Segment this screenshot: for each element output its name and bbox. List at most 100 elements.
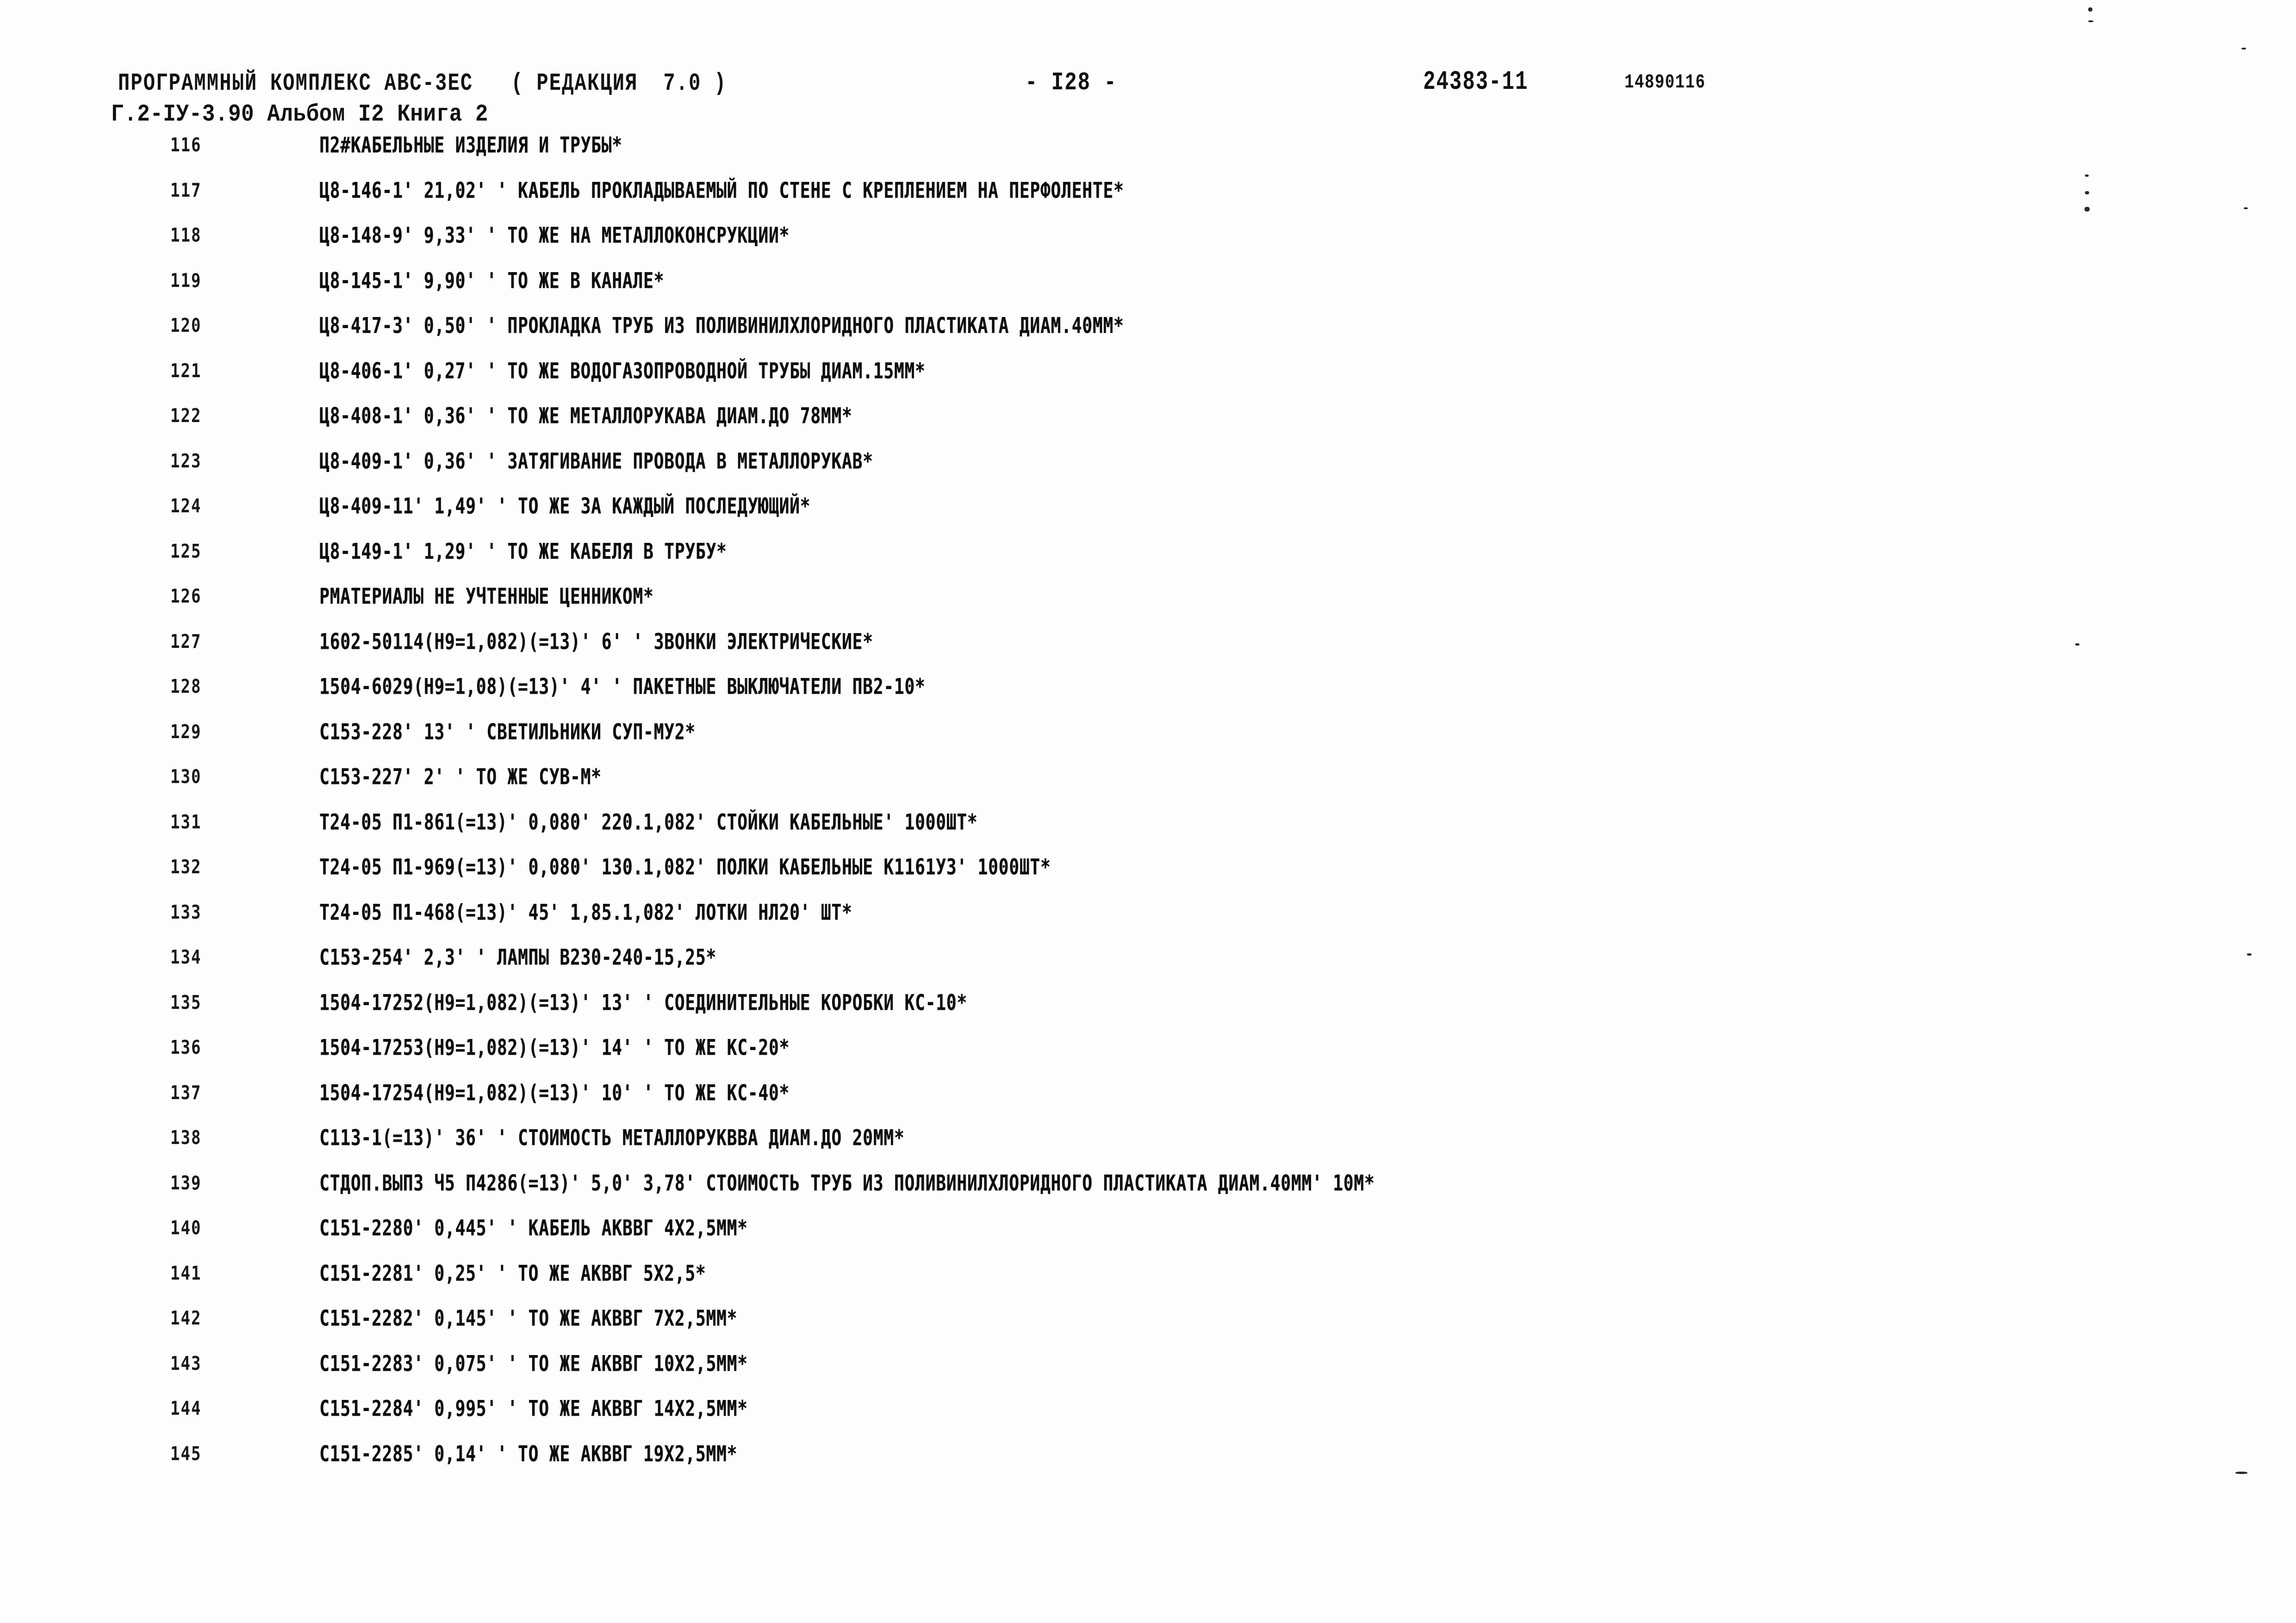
- row-text: Ц8-406-1' 0,27' ' ТО ЖЕ ВОДОГАЗОПРОВОДНО…: [319, 358, 926, 384]
- row-number: 142: [170, 1307, 202, 1330]
- row-number: 145: [170, 1443, 202, 1465]
- document-code: 24383-11: [1423, 67, 1529, 97]
- row-text: РМАТЕРИАЛЫ НЕ УЧТЕННЫЕ ЦЕННИКОМ*: [319, 584, 654, 609]
- listing-row: 125 Ц8-149-1' 1,29' ' ТО ЖЕ КАБЕЛЯ В ТРУБ…: [0, 538, 2296, 586]
- scan-artifact: [2088, 7, 2092, 12]
- row-number: 124: [170, 495, 202, 517]
- listing-row: 138 С113-1(=13)' 36' ' СТОИМОСТЬ МЕТАЛЛОР…: [0, 1125, 2296, 1172]
- serial-number: 14890116: [1624, 72, 1706, 94]
- row-text: Ц8-417-3' 0,50' ' ПРОКЛАДКА ТРУБ ИЗ ПОЛИ…: [319, 313, 1124, 339]
- row-number: 117: [170, 179, 202, 202]
- listing-row: 139 СТДОП.ВЫП3 Ч5 П4286(=13)' 5,0' 3,78' …: [0, 1170, 2296, 1218]
- scan-artifact: [2084, 207, 2090, 211]
- row-text: 1504-6029(Н9=1,08)(=13)' 4' ' ПАКЕТНЫЕ В…: [319, 674, 926, 700]
- row-number: 122: [170, 405, 202, 427]
- row-text: П2#КАБЕЛЬНЫЕ ИЗДЕЛИЯ И ТРУБЫ*: [319, 132, 622, 158]
- row-number: 129: [170, 721, 202, 743]
- listing-row: 134 С153-254' 2,3' ' ЛАМПЫ В230-240-15,25…: [0, 945, 2296, 992]
- scan-artifact: [2075, 643, 2079, 646]
- row-number: 131: [170, 811, 202, 833]
- row-text: Ц8-408-1' 0,36' ' ТО ЖЕ МЕТАЛЛОРУКАВА ДИ…: [319, 403, 852, 429]
- row-text: 1602-50114(Н9=1,082)(=13)' 6' ' ЗВОНКИ Э…: [319, 628, 873, 654]
- row-number: 143: [170, 1352, 202, 1375]
- listing-row: 145 С151-2285' 0,14' ' ТО ЖЕ АКВВГ 19Х2,5…: [0, 1441, 2296, 1488]
- row-text: Т24-05 П1-861(=13)' 0,080' 220.1,082' СТ…: [319, 809, 978, 835]
- listing-row: 120 Ц8-417-3' 0,50' ' ПРОКЛАДКА ТРУБ ИЗ П…: [0, 313, 2296, 360]
- row-text: С151-2282' 0,145' ' ТО ЖЕ АКВВГ 7Х2,5ММ*: [319, 1306, 738, 1331]
- listing-row: 121 Ц8-406-1' 0,27' ' ТО ЖЕ ВОДОГАЗОПРОВО…: [0, 358, 2296, 405]
- scan-artifact: [2085, 191, 2089, 194]
- row-text: С151-2284' 0,995' ' ТО ЖЕ АКВВГ 14Х2,5ММ…: [319, 1396, 748, 1422]
- row-text: Ц8-145-1' 9,90' ' ТО ЖЕ В КАНАЛЕ*: [319, 267, 665, 293]
- row-number: 134: [170, 946, 202, 969]
- row-number: 130: [170, 766, 202, 788]
- scan-artifact: [2247, 953, 2252, 956]
- program-title: ПРОГРАММНЫЙ КОМПЛЕКС АВС-3ЕС ( РЕДАКЦИЯ …: [118, 69, 727, 97]
- listing-row: 128 1504-6029(Н9=1,08)(=13)' 4' ' ПАКЕТНЫ…: [0, 674, 2296, 721]
- row-number: 123: [170, 450, 202, 473]
- row-text: С151-2283' 0,075' ' ТО ЖЕ АКВВГ 10Х2,5ММ…: [319, 1350, 748, 1376]
- listing-row: 143 С151-2283' 0,075' ' ТО ЖЕ АКВВГ 10Х2,…: [0, 1350, 2296, 1398]
- row-number: 127: [170, 630, 202, 653]
- row-number: 118: [170, 224, 202, 247]
- row-number: 121: [170, 360, 202, 382]
- row-text: С151-2280' 0,445' ' КАБЕЛЬ АКВВГ 4Х2,5ММ…: [319, 1215, 748, 1241]
- row-text: С113-1(=13)' 36' ' СТОИМОСТЬ МЕТАЛЛОРУКВ…: [319, 1125, 905, 1151]
- row-number: 135: [170, 991, 202, 1014]
- row-text: С153-228' 13' ' СВЕТИЛЬНИКИ СУП-МУ2*: [319, 719, 696, 745]
- listing-rows: 116 П2#КАБЕЛЬНЫЕ ИЗДЕЛИЯ И ТРУБЫ* 117 Ц8-14…: [0, 132, 2296, 1488]
- scan-artifact: [2088, 20, 2093, 22]
- page-number-marker: - I28 -: [1025, 68, 1117, 98]
- row-text: Ц8-409-1' 0,36' ' ЗАТЯГИВАНИЕ ПРОВОДА В …: [319, 448, 873, 474]
- row-number: 137: [170, 1082, 202, 1104]
- row-text: Т24-05 П1-969(=13)' 0,080' 130.1,082' ПО…: [319, 854, 1051, 880]
- listing-row: 131 Т24-05 П1-861(=13)' 0,080' 220.1,082'…: [0, 809, 2296, 857]
- row-text: 1504-17252(Н9=1,082)(=13)' 13' ' СОЕДИНИ…: [319, 989, 967, 1015]
- listing-row: 142 С151-2282' 0,145' ' ТО ЖЕ АКВВГ 7Х2,5…: [0, 1306, 2296, 1353]
- listing-row: 124 Ц8-409-11' 1,49' ' ТО ЖЕ ЗА КАЖДЫЙ ПО…: [0, 493, 2296, 541]
- listing-row: 116 П2#КАБЕЛЬНЫЕ ИЗДЕЛИЯ И ТРУБЫ*: [0, 132, 2296, 180]
- scan-artifact: [2244, 207, 2248, 209]
- listing-row: 118 Ц8-148-9' 9,33' ' ТО ЖЕ НА МЕТАЛЛОКОН…: [0, 223, 2296, 270]
- row-number: 126: [170, 585, 202, 608]
- listing-row: 119 Ц8-145-1' 9,90' ' ТО ЖЕ В КАНАЛЕ*: [0, 267, 2296, 315]
- row-text: Т24-05 П1-468(=13)' 45' 1,85.1,082' ЛОТК…: [319, 899, 852, 925]
- album-reference: Г.2-IУ-3.90 Альбом I2 Книга 2: [111, 101, 489, 128]
- row-text: Ц8-409-11' 1,49' ' ТО ЖЕ ЗА КАЖДЫЙ ПОСЛЕ…: [319, 493, 811, 519]
- row-number: 132: [170, 856, 202, 878]
- row-text: 1504-17253(Н9=1,082)(=13)' 14' ' ТО ЖЕ К…: [319, 1035, 790, 1061]
- row-text: С153-254' 2,3' ' ЛАМПЫ В230-240-15,25*: [319, 945, 716, 970]
- listing-row: 135 1504-17252(Н9=1,082)(=13)' 13' ' СОЕД…: [0, 989, 2296, 1037]
- row-number: 119: [170, 269, 202, 292]
- row-text: 1504-17254(Н9=1,082)(=13)' 10' ' ТО ЖЕ К…: [319, 1080, 790, 1106]
- listing-row: 137 1504-17254(Н9=1,082)(=13)' 10' ' ТО Ж…: [0, 1080, 2296, 1127]
- row-text: Ц8-149-1' 1,29' ' ТО ЖЕ КАБЕЛЯ В ТРУБУ*: [319, 538, 727, 564]
- row-text: С151-2281' 0,25' ' ТО ЖЕ АКВВГ 5Х2,5*: [319, 1260, 706, 1286]
- listing-row: 136 1504-17253(Н9=1,082)(=13)' 14' ' ТО Ж…: [0, 1035, 2296, 1082]
- listing-row: 123 Ц8-409-1' 0,36' ' ЗАТЯГИВАНИЕ ПРОВОДА…: [0, 448, 2296, 496]
- listing-row: 130 С153-227' 2' ' ТО ЖЕ СУВ-М*: [0, 764, 2296, 811]
- scan-artifact: [2241, 48, 2246, 50]
- listing-row: 122 Ц8-408-1' 0,36' ' ТО ЖЕ МЕТАЛЛОРУКАВА…: [0, 403, 2296, 450]
- listing-row: 144 С151-2284' 0,995' ' ТО ЖЕ АКВВГ 14Х2,…: [0, 1396, 2296, 1443]
- row-number: 125: [170, 540, 202, 563]
- scan-artifact: [2085, 174, 2089, 177]
- row-number: 144: [170, 1398, 202, 1420]
- listing-row: 117 Ц8-146-1' 21,02' ' КАБЕЛЬ ПРОКЛАДЫВАЕ…: [0, 177, 2296, 225]
- listing-row: 133 Т24-05 П1-468(=13)' 45' 1,85.1,082' Л…: [0, 899, 2296, 947]
- row-text: Ц8-146-1' 21,02' ' КАБЕЛЬ ПРОКЛАДЫВАЕМЫЙ…: [319, 177, 1124, 203]
- listing-row: 129 С153-228' 13' ' СВЕТИЛЬНИКИ СУП-МУ2*: [0, 719, 2296, 766]
- row-text: СТДОП.ВЫП3 Ч5 П4286(=13)' 5,0' 3,78' СТО…: [319, 1170, 1375, 1196]
- listing-row: 132 Т24-05 П1-969(=13)' 0,080' 130.1,082'…: [0, 854, 2296, 902]
- row-number: 140: [170, 1217, 202, 1239]
- row-number: 141: [170, 1262, 202, 1285]
- scan-artifact: [2235, 1472, 2247, 1474]
- row-number: 120: [170, 315, 202, 337]
- row-number: 139: [170, 1172, 202, 1194]
- row-text: Ц8-148-9' 9,33' ' ТО ЖЕ НА МЕТАЛЛОКОНСРУ…: [319, 223, 790, 249]
- scanned-page: ПРОГРАММНЫЙ КОМПЛЕКС АВС-3ЕС ( РЕДАКЦИЯ …: [0, 0, 2296, 1623]
- row-number: 138: [170, 1127, 202, 1149]
- row-number: 116: [170, 134, 202, 156]
- row-number: 128: [170, 676, 202, 698]
- row-number: 136: [170, 1037, 202, 1059]
